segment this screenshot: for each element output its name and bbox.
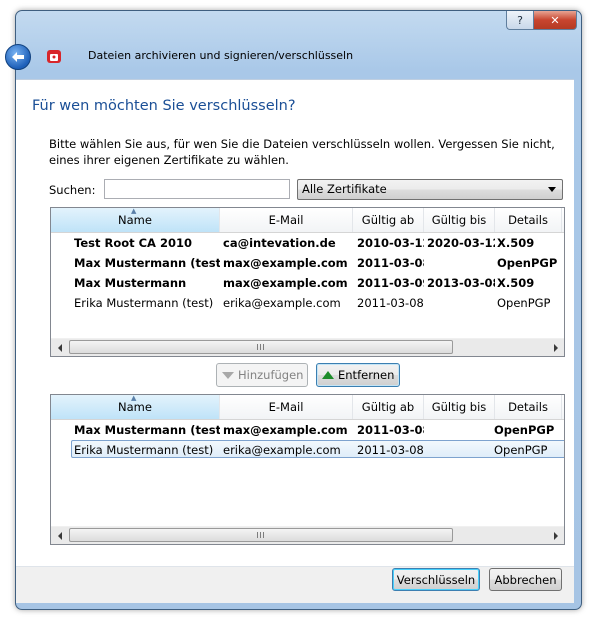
cell-details: OpenPGP bbox=[497, 296, 551, 310]
table-row[interactable]: Max Mustermann (test) max@example.com 20… bbox=[51, 253, 564, 273]
cell-name: Test Root CA 2010 bbox=[74, 236, 192, 250]
table-row[interactable]: Erika Mustermann (test) erika@example.co… bbox=[51, 293, 564, 313]
cell-name: Erika Mustermann (test) bbox=[74, 443, 214, 457]
list-header: ▲ Name E-Mail Gültig ab Gültig bis Detai… bbox=[51, 208, 564, 233]
encrypt-button-label: Verschlüsseln bbox=[396, 572, 476, 587]
cell-valid-from: 2010-03-12 bbox=[357, 236, 424, 250]
window-title: Dateien archivieren und signieren/versch… bbox=[88, 49, 354, 62]
arrow-left-icon bbox=[57, 343, 62, 352]
column-header-details[interactable]: Details bbox=[495, 395, 562, 419]
add-button[interactable]: Hinzufügen bbox=[216, 363, 308, 387]
cell-valid-from: 2011-03-08 bbox=[357, 443, 424, 457]
cell-name: Max Mustermann bbox=[74, 276, 187, 290]
cell-details: OpenPGP bbox=[494, 423, 555, 437]
remove-button-label: Entfernen bbox=[338, 368, 395, 382]
column-header-name[interactable]: ▲ Name bbox=[51, 395, 220, 419]
list-header: ▲ Name E-Mail Gültig ab Gültig bis Detai… bbox=[51, 395, 564, 420]
available-certificates-list[interactable]: ▲ Name E-Mail Gültig ab Gültig bis Detai… bbox=[50, 207, 565, 357]
column-header-valid-to[interactable]: Gültig bis bbox=[424, 208, 495, 232]
cell-name: Erika Mustermann (test) bbox=[74, 296, 214, 310]
cell-details: X.509 bbox=[497, 276, 535, 290]
cell-email: erika@example.com bbox=[223, 296, 341, 310]
scroll-left-button[interactable] bbox=[51, 339, 68, 356]
cell-valid-from: 2011-03-08 bbox=[357, 296, 424, 310]
horizontal-scrollbar[interactable] bbox=[51, 338, 564, 356]
column-header-valid-to[interactable]: Gültig bis bbox=[424, 395, 495, 419]
cell-valid-to: 2013-03-08 bbox=[427, 276, 495, 290]
certificate-filter-select[interactable]: Alle Zertifikate bbox=[297, 179, 563, 200]
filter-selected-value: Alle Zertifikate bbox=[302, 182, 387, 196]
sort-arrow-icon: ▲ bbox=[131, 207, 137, 215]
cell-email: max@example.com bbox=[223, 276, 348, 290]
column-header-details[interactable]: Details bbox=[495, 208, 562, 232]
remove-button[interactable]: Entfernen bbox=[316, 363, 400, 387]
cell-name: Max Mustermann (test) bbox=[74, 256, 220, 270]
instructions-line-2: eines ihrer eigenen Zertifikate zu wähle… bbox=[49, 153, 289, 167]
app-icon bbox=[47, 50, 61, 63]
table-row[interactable]: Max Mustermann (test) max@example.com 20… bbox=[51, 420, 564, 440]
arrow-down-icon bbox=[222, 371, 234, 379]
scroll-thumb[interactable] bbox=[69, 528, 453, 542]
scroll-right-button[interactable] bbox=[547, 527, 564, 544]
caption-buttons: ? ✕ bbox=[506, 11, 577, 30]
close-button[interactable]: ✕ bbox=[533, 11, 577, 30]
page-heading: Für wen möchten Sie verschlüsseln? bbox=[32, 98, 296, 114]
add-button-label: Hinzufügen bbox=[238, 368, 304, 382]
arrow-up-icon bbox=[322, 371, 334, 379]
cancel-button[interactable]: Abbrechen bbox=[489, 568, 562, 591]
cell-details: X.509 bbox=[497, 236, 535, 250]
selected-recipients-list[interactable]: ▲ Name E-Mail Gültig ab Gültig bis Detai… bbox=[50, 394, 565, 545]
column-header-email[interactable]: E-Mail bbox=[220, 395, 353, 419]
column-header-name[interactable]: ▲ Name bbox=[51, 208, 220, 232]
instructions-text: Bitte wählen Sie aus, für wen Sie die Da… bbox=[49, 136, 569, 168]
arrow-right-icon bbox=[553, 531, 558, 540]
help-button[interactable]: ? bbox=[506, 11, 533, 30]
help-icon: ? bbox=[517, 13, 523, 27]
cell-valid-from: 2011-03-09 bbox=[357, 276, 424, 290]
encrypt-button[interactable]: Verschlüsseln bbox=[392, 568, 480, 591]
cell-details: OpenPGP bbox=[494, 443, 548, 457]
cell-name: Max Mustermann (test) bbox=[74, 423, 220, 437]
column-header-valid-from[interactable]: Gültig ab bbox=[353, 208, 424, 232]
cell-valid-from: 2011-03-08 bbox=[357, 256, 424, 270]
grip-icon bbox=[257, 344, 265, 350]
scroll-left-button[interactable] bbox=[51, 527, 68, 544]
column-header-valid-from[interactable]: Gültig ab bbox=[353, 395, 424, 419]
cell-details: OpenPGP bbox=[497, 256, 558, 270]
cell-email: ca@intevation.de bbox=[223, 236, 336, 250]
arrow-left-icon bbox=[12, 52, 24, 62]
grip-icon bbox=[257, 532, 265, 538]
cell-valid-from: 2011-03-08 bbox=[357, 423, 424, 437]
scroll-thumb[interactable] bbox=[69, 340, 453, 354]
arrow-left-icon bbox=[57, 531, 62, 540]
table-row[interactable]: Max Mustermann max@example.com 2011-03-0… bbox=[51, 273, 564, 293]
cancel-button-label: Abbrechen bbox=[494, 572, 557, 587]
sort-arrow-icon: ▲ bbox=[131, 394, 137, 402]
table-row[interactable]: Erika Mustermann (test) erika@example.co… bbox=[51, 440, 564, 460]
back-button[interactable] bbox=[5, 44, 31, 70]
table-row[interactable]: Test Root CA 2010 ca@intevation.de 2010-… bbox=[51, 233, 564, 253]
cell-email: max@example.com bbox=[223, 256, 348, 270]
column-header-email[interactable]: E-Mail bbox=[220, 208, 353, 232]
scroll-right-button[interactable] bbox=[547, 339, 564, 356]
search-input[interactable] bbox=[104, 179, 290, 199]
search-label: Suchen: bbox=[49, 183, 96, 197]
cell-valid-to: 2020-03-12 bbox=[427, 236, 495, 250]
close-icon: ✕ bbox=[550, 13, 560, 27]
cell-email: max@example.com bbox=[223, 423, 348, 437]
arrow-right-icon bbox=[553, 343, 558, 352]
cell-email: erika@example.com bbox=[223, 443, 341, 457]
instructions-line-1: Bitte wählen Sie aus, für wen Sie die Da… bbox=[49, 137, 555, 151]
horizontal-scrollbar[interactable] bbox=[51, 526, 564, 544]
chevron-down-icon bbox=[548, 187, 556, 192]
